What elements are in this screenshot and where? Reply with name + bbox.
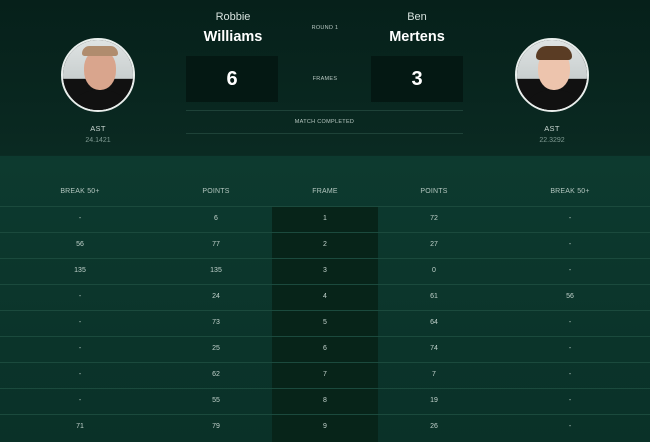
- table-row: - 25 6 74 -: [0, 336, 650, 362]
- break-right-cell: -: [568, 241, 572, 248]
- frame-number-cell: 5: [323, 319, 327, 326]
- points-left-cell: 6: [214, 215, 218, 222]
- points-right-cell: 27: [430, 241, 438, 248]
- frame-scores-table: BREAK 50+ POINTS FRAME POINTS BREAK 50+ …: [0, 156, 650, 442]
- points-right-cell: 64: [430, 319, 438, 326]
- frame-number-cell: 7: [323, 371, 327, 378]
- player2-last-name: Mertens: [389, 29, 445, 45]
- table-row: 56 77 2 27 -: [0, 232, 650, 258]
- table-row: - 24 4 61 56: [0, 284, 650, 310]
- break-right-cell: -: [568, 319, 572, 326]
- table-row: 135 135 3 0 -: [0, 258, 650, 284]
- points-left-cell: 24: [212, 293, 220, 300]
- points-right-cell: 72: [430, 215, 438, 222]
- break-right-cell: -: [568, 397, 572, 404]
- frame-number-cell: 1: [323, 215, 327, 222]
- player2-nationality: AST: [544, 124, 560, 133]
- break-right-cell: 56: [566, 293, 574, 300]
- player1-name: Robbie Williams: [178, 11, 288, 45]
- points-left-cell: 73: [212, 319, 220, 326]
- points-right-cell: 7: [432, 371, 436, 378]
- frame-number-cell: 4: [323, 293, 327, 300]
- divider: [186, 110, 463, 111]
- player1-last-name: Williams: [203, 29, 263, 45]
- points-right-cell: 19: [430, 397, 438, 404]
- round-label: ROUND 1: [311, 25, 339, 31]
- break-right-cell: -: [568, 215, 572, 222]
- player1-panel: AST 24.1421: [48, 38, 148, 144]
- table-row: 71 79 9 26 -: [0, 414, 650, 440]
- header-break-right: BREAK 50+: [550, 188, 590, 195]
- player2-rank: 22.3292: [539, 137, 565, 144]
- frame-number-cell: 2: [323, 241, 327, 248]
- player1-score: 6: [186, 56, 278, 102]
- break-right-cell: -: [568, 267, 572, 274]
- header-frame: FRAME: [312, 188, 338, 195]
- break-left-cell: 56: [76, 241, 84, 248]
- player1-rank: 24.1421: [85, 137, 111, 144]
- points-right-cell: 0: [432, 267, 436, 274]
- frame-number-cell: 9: [323, 423, 327, 430]
- frame-number-cell: 3: [323, 267, 327, 274]
- break-left-cell: 135: [74, 267, 86, 274]
- break-left-cell: -: [78, 345, 82, 352]
- header-break-left: BREAK 50+: [60, 188, 100, 195]
- table-row: - 73 5 64 -: [0, 310, 650, 336]
- header-points-right: POINTS: [420, 188, 448, 195]
- frame-number-cell: 8: [323, 397, 327, 404]
- points-right-cell: 74: [430, 345, 438, 352]
- match-header: AST 24.1421 Robbie Williams ROUND 1 Ben …: [0, 0, 650, 155]
- player2-name: Ben Mertens: [362, 11, 472, 45]
- player1-nationality: AST: [90, 124, 106, 133]
- points-right-cell: 61: [430, 293, 438, 300]
- table-row: - 62 7 7 -: [0, 362, 650, 388]
- points-left-cell: 135: [210, 267, 222, 274]
- player2-avatar: [515, 38, 589, 112]
- break-right-cell: -: [568, 345, 572, 352]
- player1-first-name: Robbie: [215, 11, 251, 23]
- divider: [186, 133, 463, 134]
- break-right-cell: -: [568, 371, 572, 378]
- points-left-cell: 62: [212, 371, 220, 378]
- match-status: MATCH COMPLETED: [294, 119, 355, 125]
- player2-score: 3: [371, 56, 463, 102]
- table-header: BREAK 50+ POINTS FRAME POINTS BREAK 50+: [0, 186, 650, 206]
- break-left-cell: -: [78, 319, 82, 326]
- break-left-cell: 71: [76, 423, 84, 430]
- points-left-cell: 25: [212, 345, 220, 352]
- table-row: - 55 8 19 -: [0, 388, 650, 414]
- points-left-cell: 55: [212, 397, 220, 404]
- break-left-cell: -: [78, 397, 82, 404]
- break-right-cell: -: [568, 423, 572, 430]
- break-left-cell: -: [78, 293, 82, 300]
- frames-label: FRAMES: [312, 76, 338, 82]
- points-right-cell: 26: [430, 423, 438, 430]
- points-left-cell: 77: [212, 241, 220, 248]
- player2-panel: AST 22.3292: [502, 38, 602, 144]
- points-left-cell: 79: [212, 423, 220, 430]
- player1-avatar: [61, 38, 135, 112]
- break-left-cell: -: [78, 371, 82, 378]
- break-left-cell: -: [78, 215, 82, 222]
- player2-first-name: Ben: [407, 11, 427, 23]
- table-row: - 6 1 72 -: [0, 206, 650, 232]
- frame-number-cell: 6: [323, 345, 327, 352]
- header-points-left: POINTS: [202, 188, 230, 195]
